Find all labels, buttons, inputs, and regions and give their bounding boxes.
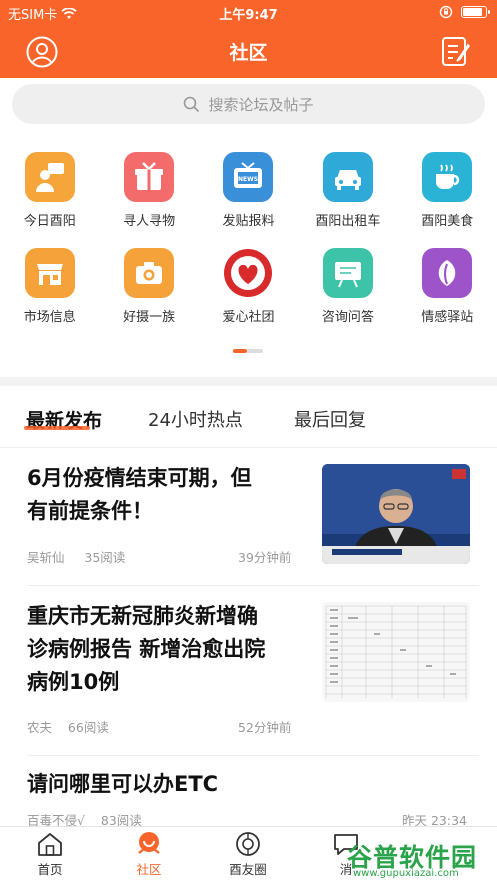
tile-bg bbox=[223, 248, 274, 298]
article-item[interactable]: 6月份疫情结束可期，但 有前提条件！ 吴斩仙 35阅读 39分钟前 bbox=[0, 448, 497, 586]
article-time: 52分钟前 bbox=[238, 720, 292, 735]
search-placeholder: 搜索论坛及帖子 bbox=[208, 95, 314, 114]
orientation-lock-icon bbox=[439, 5, 453, 19]
leaf-icon bbox=[439, 260, 456, 286]
section-divider bbox=[0, 377, 497, 386]
tile-bg bbox=[24, 248, 75, 298]
tabbar-community[interactable]: 社区 bbox=[119, 831, 179, 878]
community-icon bbox=[138, 832, 160, 854]
storefront-icon bbox=[36, 264, 63, 285]
status-time: 上午9:47 bbox=[219, 8, 278, 23]
category-label: 酉阳美食 bbox=[421, 214, 474, 229]
tabbar-label: 首页 bbox=[37, 862, 63, 877]
tile-bg: NEWS bbox=[223, 152, 274, 202]
tile-bg bbox=[322, 248, 373, 298]
tab-24h-hot[interactable]: 24小时热点 bbox=[148, 406, 243, 432]
category-label: 发贴报料 bbox=[222, 214, 275, 229]
article-title: 6月份疫情结束可期，但 有前提条件！ bbox=[27, 462, 252, 528]
article-title: 请问哪里可以办ETC bbox=[27, 768, 218, 801]
article-title-line: 重庆市无新冠肺炎新增确 bbox=[27, 604, 258, 628]
coffee-cup-icon bbox=[436, 164, 460, 189]
page-title: 社区 bbox=[229, 42, 268, 64]
qa-board-icon bbox=[334, 262, 361, 288]
press-conference-image bbox=[322, 464, 470, 564]
page-dot bbox=[247, 349, 263, 353]
article-item[interactable]: 重庆市无新冠肺炎新增确 诊病例报告 新增治愈出院 病例10例 农夫 66阅读 5… bbox=[0, 586, 497, 756]
grid-row: 今日酉阳 寻人寻物 NEWS 发贴报料 酉阳出租车 酉阳美食 bbox=[0, 152, 497, 248]
tile-bg bbox=[422, 248, 473, 298]
battery-fill bbox=[463, 8, 482, 16]
article-thumbnail bbox=[322, 602, 470, 702]
article-title-line: 病例10例 bbox=[27, 670, 120, 694]
article-thumbnail bbox=[322, 464, 470, 564]
camera-icon bbox=[136, 262, 163, 284]
status-bar: 无SIM卡 上午9:47 bbox=[0, 0, 497, 26]
friends-circle-icon bbox=[236, 832, 260, 856]
tile-bg bbox=[124, 152, 175, 202]
watermark-logo: 谷普软件园 www.gupuxiazai.com bbox=[333, 838, 493, 883]
speech-person-icon bbox=[35, 163, 64, 192]
article-title: 重庆市无新冠肺炎新增确 诊病例报告 新增治愈出院 病例10例 bbox=[27, 600, 265, 699]
battery-icon bbox=[461, 6, 490, 18]
category-taxi[interactable]: 酉阳出租车 bbox=[298, 152, 397, 248]
tile-bg bbox=[422, 152, 473, 202]
home-icon bbox=[38, 833, 62, 856]
heart-hands-icon bbox=[224, 249, 273, 297]
tile-bg bbox=[24, 152, 75, 202]
category-emotion[interactable]: 情感驿站 bbox=[398, 248, 497, 344]
page-indicator bbox=[233, 349, 263, 353]
category-label: 爱心社团 bbox=[222, 310, 275, 325]
category-qa[interactable]: 咨询问答 bbox=[298, 248, 397, 344]
feed-tabs: 最新发布 24小时热点 最后回复 bbox=[0, 386, 497, 448]
article-title-line: 6月份疫情结束可期，但 bbox=[27, 466, 252, 490]
article-reads: 66阅读 bbox=[67, 720, 109, 735]
category-today-youyang[interactable]: 今日酉阳 bbox=[0, 152, 99, 248]
article-title-line: 有前提条件！ bbox=[27, 499, 153, 523]
category-label: 寻人寻物 bbox=[123, 214, 176, 229]
app-header: 无SIM卡 上午9:47 社区 bbox=[0, 0, 497, 78]
watermark-url: www.gupuxiazai.com bbox=[353, 868, 459, 879]
category-label: 情感驿站 bbox=[421, 310, 474, 325]
category-label: 今日酉阳 bbox=[23, 214, 76, 229]
category-post-news[interactable]: NEWS 发贴报料 bbox=[199, 152, 298, 248]
article-author: 农夫 bbox=[27, 720, 53, 735]
article-time: 39分钟前 bbox=[238, 550, 292, 565]
category-market[interactable]: 市场信息 bbox=[0, 248, 99, 344]
tabbar-home[interactable]: 首页 bbox=[20, 831, 80, 878]
category-label: 好摄一族 bbox=[123, 310, 176, 325]
article-author: 吴斩仙 bbox=[27, 550, 65, 565]
category-label: 市场信息 bbox=[23, 310, 76, 325]
gift-box-icon bbox=[135, 162, 164, 190]
article-meta: 吴斩仙 35阅读 bbox=[27, 547, 125, 566]
tabbar-label: 酉友圈 bbox=[229, 862, 267, 877]
article-title-line: 请问哪里可以办ETC bbox=[27, 772, 219, 796]
tabbar-label: 社区 bbox=[136, 862, 162, 877]
tab-active-indicator bbox=[24, 426, 90, 430]
page-dot-active bbox=[233, 349, 247, 353]
tile-bg bbox=[124, 248, 175, 298]
article-title-line: 诊病例报告 新增治愈出院 bbox=[27, 637, 266, 661]
tabbar-friends-circle[interactable]: 酉友圈 bbox=[218, 831, 278, 878]
svg-text:NEWS: NEWS bbox=[238, 176, 258, 183]
taxi-icon bbox=[334, 170, 361, 190]
status-right bbox=[439, 5, 490, 19]
grid-row: 市场信息 好摄一族 爱心社团 咨询问答 情感驿站 bbox=[0, 248, 497, 344]
article-reads: 35阅读 bbox=[84, 550, 126, 565]
category-grid: 今日酉阳 寻人寻物 NEWS 发贴报料 酉阳出租车 酉阳美食 市场信息 好摄一族… bbox=[0, 152, 497, 344]
search-icon bbox=[184, 96, 200, 112]
category-photography[interactable]: 好摄一族 bbox=[99, 248, 198, 344]
tile-bg bbox=[322, 152, 373, 202]
search-bar[interactable]: 搜索论坛及帖子 bbox=[12, 84, 485, 124]
article-meta: 农夫 66阅读 bbox=[27, 717, 109, 736]
category-charity[interactable]: 爱心社团 bbox=[199, 248, 298, 344]
category-food[interactable]: 酉阳美食 bbox=[398, 152, 497, 248]
category-label: 酉阳出租车 bbox=[315, 214, 381, 229]
category-lost-found[interactable]: 寻人寻物 bbox=[99, 152, 198, 248]
tab-last-reply[interactable]: 最后回复 bbox=[294, 406, 366, 432]
article-item[interactable]: 请问哪里可以办ETC 百毒不侵√ 83阅读 昨天 23:34 bbox=[0, 756, 497, 828]
compose-post-icon[interactable] bbox=[441, 36, 471, 68]
category-label: 咨询问答 bbox=[321, 310, 374, 325]
tv-news-icon: NEWS bbox=[234, 162, 263, 188]
data-table-image bbox=[322, 602, 470, 702]
